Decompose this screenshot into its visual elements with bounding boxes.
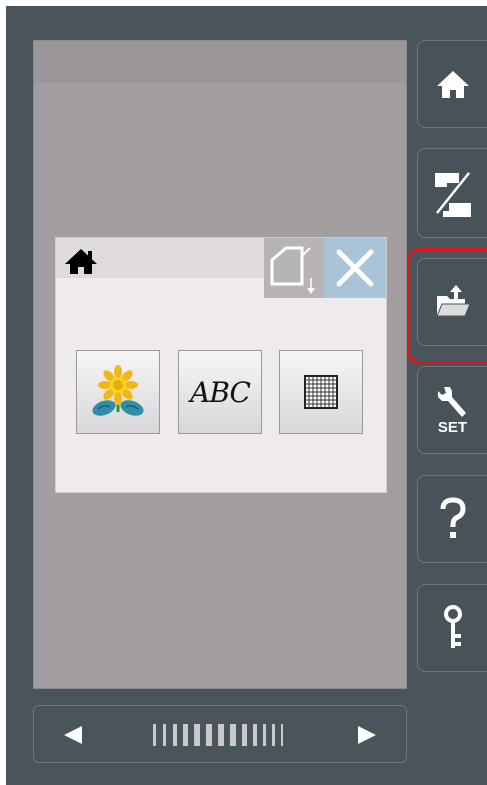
right-arrow-icon[interactable] xyxy=(356,724,378,746)
sewing-embroidery-switch-icon xyxy=(434,172,471,217)
wrench-icon xyxy=(437,386,466,417)
home-icon xyxy=(436,71,469,98)
close-button[interactable] xyxy=(324,238,386,298)
frame-pattern-button[interactable] xyxy=(279,350,363,434)
home-icon[interactable] xyxy=(61,243,101,277)
home-button[interactable] xyxy=(417,40,487,128)
left-arrow-icon[interactable] xyxy=(62,724,84,746)
character-pattern-button[interactable]: ABC xyxy=(178,350,262,434)
pattern-selection-dialog: ABC xyxy=(56,238,386,492)
lock-button[interactable] xyxy=(417,584,487,672)
sewing-embroidery-switch-button[interactable] xyxy=(417,148,487,238)
abc-label: ABC xyxy=(190,375,251,409)
close-icon xyxy=(336,249,374,287)
hoop-select-button[interactable] xyxy=(264,238,324,298)
question-icon xyxy=(440,497,466,538)
folder-upload-button[interactable] xyxy=(417,258,487,346)
folder-upload-icon xyxy=(435,285,471,317)
grid-pattern-icon xyxy=(304,375,338,409)
settings-button[interactable]: SET xyxy=(417,366,487,454)
settings-label: SET xyxy=(437,418,468,436)
embroidery-pattern-button[interactable] xyxy=(76,350,160,434)
key-icon xyxy=(443,605,462,648)
help-button[interactable] xyxy=(417,475,487,563)
embroidery-frame-icon xyxy=(270,246,315,294)
screen-top-bar xyxy=(34,41,406,83)
scroll-thumb[interactable] xyxy=(151,720,297,750)
scroll-bar xyxy=(33,705,407,763)
sunflower-pattern-icon xyxy=(92,365,144,416)
